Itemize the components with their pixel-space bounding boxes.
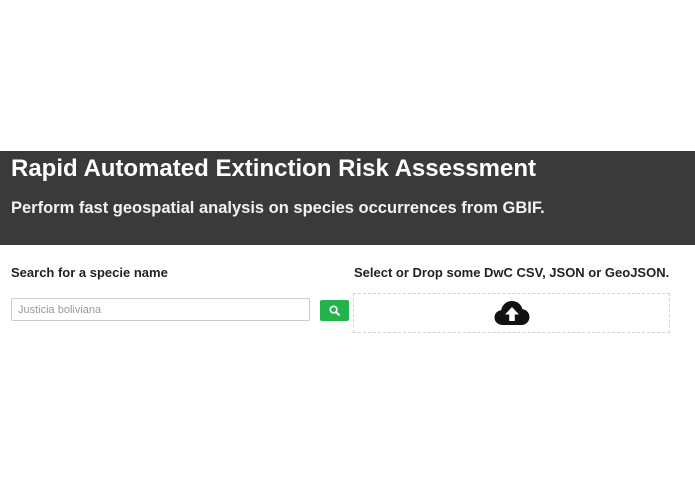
search-icon: [329, 305, 340, 316]
page: Rapid Automated Extinction Risk Assessme…: [0, 0, 695, 494]
search-label: Search for a specie name: [11, 265, 168, 280]
species-search-input[interactable]: [11, 298, 310, 321]
hero-banner: Rapid Automated Extinction Risk Assessme…: [0, 151, 695, 245]
upload-label: Select or Drop some DwC CSV, JSON or Geo…: [354, 265, 670, 280]
file-dropzone[interactable]: [353, 293, 670, 333]
page-title: Rapid Automated Extinction Risk Assessme…: [11, 155, 536, 182]
cloud-upload-icon: [494, 300, 530, 326]
page-subtitle: Perform fast geospatial analysis on spec…: [11, 199, 545, 217]
search-button[interactable]: [320, 300, 349, 321]
